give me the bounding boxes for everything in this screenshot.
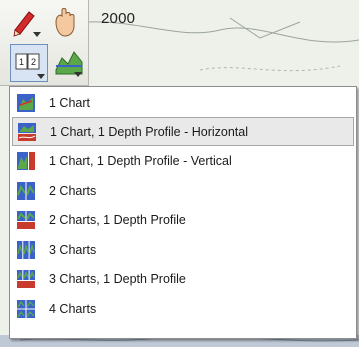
depth-contour-label: 2000 bbox=[101, 10, 136, 27]
three-charts-profile-icon bbox=[17, 269, 35, 288]
menu-item-4-charts[interactable]: 4 Charts bbox=[12, 294, 354, 323]
menu-item-3-charts[interactable]: 3 Charts bbox=[12, 235, 354, 264]
menu-item-2-charts[interactable]: 2 Charts bbox=[12, 176, 354, 205]
depth-profile-icon bbox=[55, 51, 83, 75]
chart-horizontal-profile-icon bbox=[18, 122, 36, 141]
menu-item-1-chart-1-profile-horizontal[interactable]: 1 Chart, 1 Depth Profile - Horizontal bbox=[12, 117, 354, 146]
menu-item-3-charts-1-profile[interactable]: 3 Charts, 1 Depth Profile bbox=[12, 264, 354, 293]
pencil-tool-button[interactable] bbox=[9, 4, 45, 40]
chart-vertical-profile-icon bbox=[17, 151, 35, 170]
two-charts-icon bbox=[17, 181, 35, 200]
chart-layout-menu: 1 Chart 1 Chart, 1 Depth Profile - Horiz… bbox=[9, 86, 357, 339]
three-charts-icon bbox=[17, 240, 35, 259]
menu-item-1-chart-1-profile-vertical[interactable]: 1 Chart, 1 Depth Profile - Vertical bbox=[12, 146, 354, 175]
four-charts-icon bbox=[17, 299, 35, 318]
one-chart-icon bbox=[17, 93, 35, 112]
two-charts-profile-icon bbox=[17, 210, 35, 229]
chart-layout-button[interactable]: 1 2 bbox=[10, 44, 48, 82]
menu-item-2-charts-1-profile[interactable]: 2 Charts, 1 Depth Profile bbox=[12, 205, 354, 234]
svg-text:2: 2 bbox=[31, 57, 36, 67]
menu-item-1-chart[interactable]: 1 Chart bbox=[12, 88, 354, 117]
chart-toolbar: 1 2 bbox=[0, 0, 89, 86]
svg-text:1: 1 bbox=[19, 57, 24, 67]
pan-tool-button[interactable] bbox=[48, 4, 84, 40]
depth-profile-button[interactable] bbox=[52, 44, 88, 80]
pan-hand-icon bbox=[55, 8, 75, 37]
